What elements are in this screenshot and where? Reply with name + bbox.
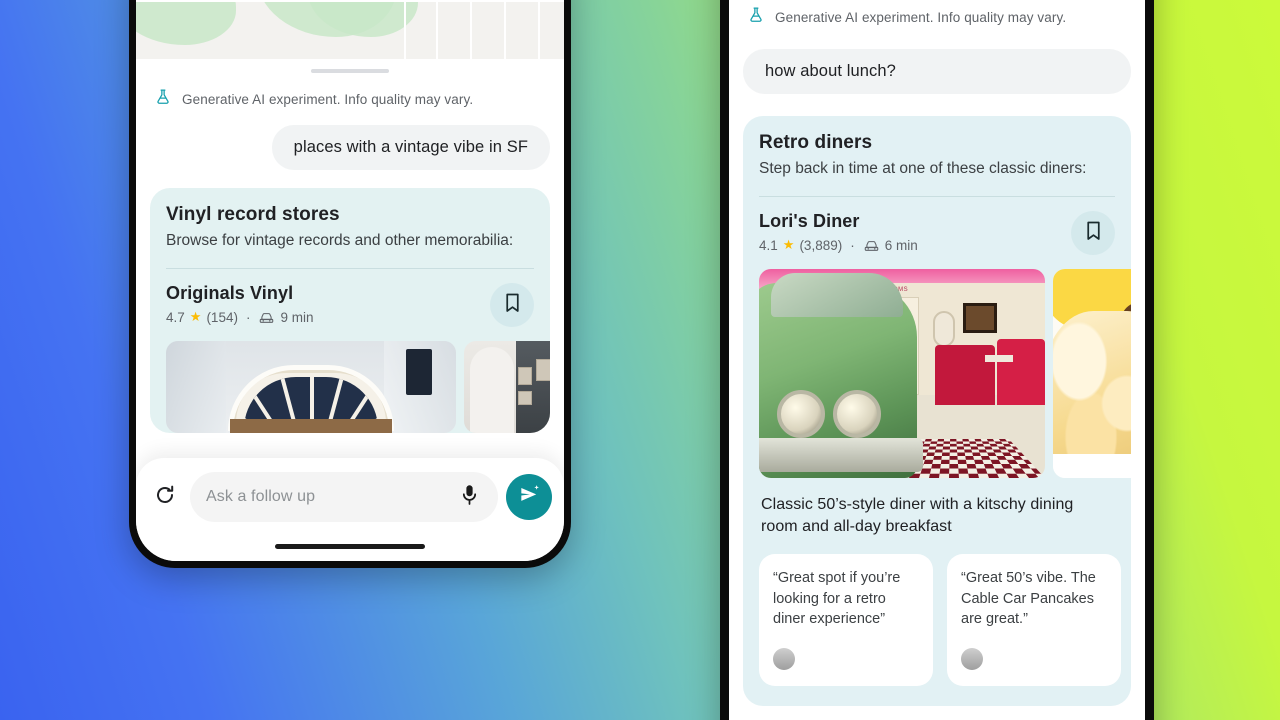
house-exterior-photo[interactable] bbox=[166, 341, 456, 434]
refresh-icon bbox=[153, 483, 177, 512]
bookmark-button[interactable] bbox=[1071, 211, 1115, 256]
poi-review-count: (3,889) bbox=[799, 237, 843, 253]
poi-photo-strip[interactable]: RESTROOMS bbox=[759, 269, 1131, 479]
map-road bbox=[538, 0, 540, 59]
card-divider bbox=[759, 196, 1115, 198]
car-icon bbox=[863, 239, 880, 252]
breakfast-food-photo[interactable] bbox=[1053, 269, 1131, 479]
review-quote-text: “Great spot if you’re looking for a retr… bbox=[773, 570, 901, 628]
review-quotes-list[interactable]: “Great spot if you’re looking for a retr… bbox=[759, 554, 1121, 690]
poi-name: Originals Vinyl bbox=[166, 283, 294, 304]
map-road bbox=[136, 0, 564, 2]
interior-gallery-photo[interactable] bbox=[464, 341, 550, 434]
user-message-row-right: how about lunch? bbox=[729, 37, 1145, 94]
map-road bbox=[504, 0, 506, 59]
avatar bbox=[961, 647, 983, 670]
poi-info: Lori's Diner 4.1 ★ (3,889) · 6 min bbox=[759, 211, 918, 253]
card-title: Vinyl record stores bbox=[166, 204, 340, 225]
ai-result-card-right[interactable]: Retro diners Step back in time at one of… bbox=[743, 116, 1131, 706]
bookmark-button[interactable] bbox=[490, 283, 534, 328]
poi-rating: 4.1 bbox=[759, 237, 778, 253]
diner-interior-photo[interactable]: RESTROOMS bbox=[759, 269, 1045, 479]
send-button[interactable] bbox=[506, 474, 552, 520]
ai-disclaimer-text: Generative AI experiment. Info quality m… bbox=[775, 9, 1067, 25]
home-indicator bbox=[275, 544, 425, 549]
right-phone-frame: Generative AI experiment. Info quality m… bbox=[720, 0, 1154, 720]
map-road bbox=[404, 0, 406, 59]
bookmark-icon bbox=[1085, 221, 1102, 246]
poi-meta: 4.1 ★ (3,889) · 6 min bbox=[759, 237, 918, 253]
review-quote-card[interactable]: “Great 50’s vibe. The Cable Car Pancakes… bbox=[947, 554, 1121, 686]
poi-meta: 4.7 ★ (154) · 9 min bbox=[166, 309, 313, 325]
map-view[interactable]: Ave bbox=[136, 0, 564, 59]
map-road bbox=[436, 0, 438, 59]
car-icon bbox=[258, 311, 275, 324]
review-quote-card[interactable]: “Great spot if you’re looking for a retr… bbox=[759, 554, 933, 686]
ai-disclaimer-text: Generative AI experiment. Info quality m… bbox=[182, 91, 474, 107]
bookmark-icon bbox=[504, 293, 521, 318]
followup-placeholder: Ask a follow up bbox=[206, 488, 316, 505]
avatar bbox=[773, 647, 795, 670]
flask-icon bbox=[747, 5, 765, 29]
card-subtitle: Browse for vintage records and other mem… bbox=[166, 232, 514, 249]
ai-disclaimer-left: Generative AI experiment. Info quality m… bbox=[136, 73, 564, 119]
user-message-row-left: places with a vintage vibe in SF bbox=[136, 119, 564, 170]
poi-photo-strip[interactable] bbox=[166, 341, 550, 434]
poi-info: Originals Vinyl 4.7 ★ (154) · 9 min bbox=[166, 283, 313, 325]
left-phone-screen: Ave Generative AI experiment. Info quali… bbox=[136, 0, 564, 561]
microphone-icon bbox=[462, 484, 477, 511]
review-quote-text: “Great 50’s vibe. The Cable Car Pancakes… bbox=[961, 570, 1096, 628]
poi-travel-time: 6 min bbox=[884, 237, 918, 253]
followup-input-field[interactable]: Ask a follow up bbox=[190, 472, 498, 522]
poi-header[interactable]: Originals Vinyl 4.7 ★ (154) · 9 min bbox=[166, 283, 534, 328]
card-divider bbox=[166, 268, 534, 270]
microphone-button[interactable] bbox=[456, 484, 482, 511]
left-phone-frame: Ave Generative AI experiment. Info quali… bbox=[129, 0, 571, 568]
poi-name: Lori's Diner bbox=[759, 211, 860, 232]
meta-separator: · bbox=[850, 237, 855, 253]
ai-result-card-left[interactable]: Vinyl record stores Browse for vintage r… bbox=[150, 188, 550, 434]
ai-disclaimer-right: Generative AI experiment. Info quality m… bbox=[729, 0, 1145, 37]
user-message-bubble: places with a vintage vibe in SF bbox=[271, 125, 550, 170]
card-title: Retro diners bbox=[759, 132, 873, 153]
send-sparkle-icon bbox=[517, 482, 542, 512]
star-icon: ★ bbox=[189, 309, 202, 325]
poi-rating: 4.7 bbox=[166, 309, 185, 325]
user-message-bubble: how about lunch? bbox=[743, 49, 1131, 94]
meta-separator: · bbox=[245, 309, 251, 325]
flask-icon bbox=[154, 87, 172, 111]
right-phone-screen: Generative AI experiment. Info quality m… bbox=[729, 0, 1145, 720]
poi-header[interactable]: Lori's Diner 4.1 ★ (3,889) · 6 min bbox=[759, 211, 1115, 256]
card-subtitle: Step back in time at one of these classi… bbox=[759, 160, 1087, 177]
star-icon: ★ bbox=[782, 237, 795, 253]
poi-travel-time: 9 min bbox=[280, 309, 314, 325]
followup-bar: Ask a follow up bbox=[136, 458, 564, 561]
refresh-button[interactable] bbox=[148, 480, 182, 514]
map-road bbox=[470, 0, 472, 59]
poi-review-count: (154) bbox=[206, 309, 238, 325]
map-park-area bbox=[136, 0, 236, 45]
poi-description: Classic 50’s-style diner with a kitschy … bbox=[761, 496, 1074, 536]
